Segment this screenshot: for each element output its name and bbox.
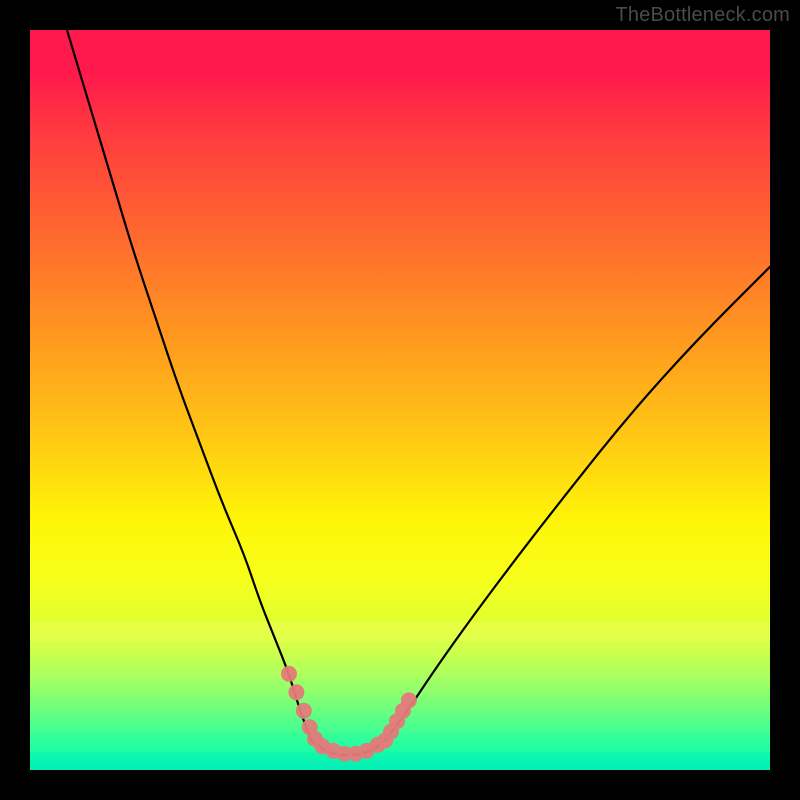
marker-point (401, 692, 417, 708)
marker-point (288, 684, 304, 700)
gradient-band (30, 659, 770, 678)
gradient-band (30, 641, 770, 660)
marker-point (296, 703, 312, 719)
gradient-band (30, 622, 770, 641)
plot-area (30, 30, 770, 770)
watermark-text: TheBottleneck.com (615, 4, 790, 27)
marker-point (281, 666, 297, 682)
curve-layer (30, 30, 770, 770)
gradient-band (30, 678, 770, 697)
gradient-band (30, 752, 770, 771)
gradient-band (30, 733, 770, 752)
chart-frame: TheBottleneck.com (0, 0, 800, 800)
gradient-bands (30, 622, 770, 770)
